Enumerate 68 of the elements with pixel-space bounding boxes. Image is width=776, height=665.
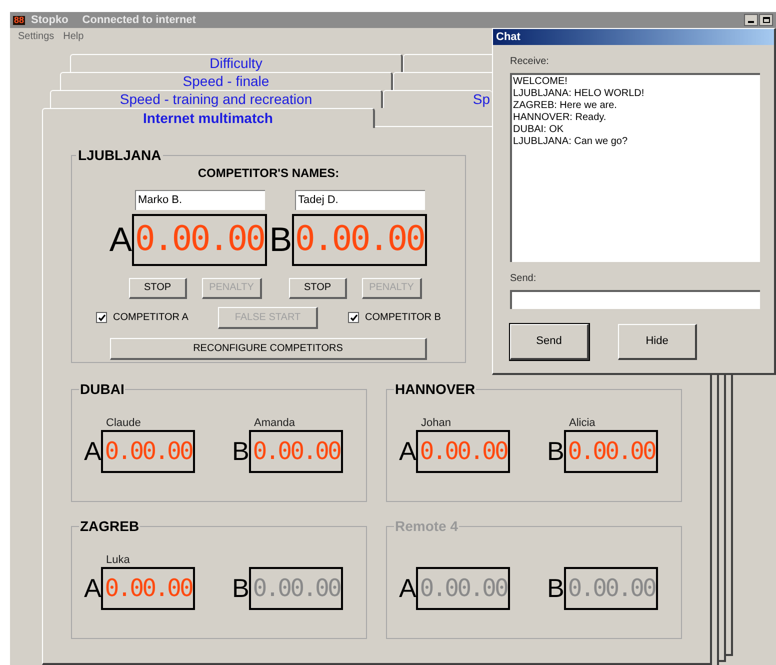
timer-display: 0.00.00 (564, 566, 658, 610)
station-name: LJUBLJANA (77, 146, 162, 165)
tab[interactable]: Speed - training and recreation (50, 90, 383, 108)
names-heading: COMPETITOR'S NAMES: (196, 164, 340, 182)
tab[interactable]: Internet multimatch (42, 108, 375, 128)
timer-display: 0.00.00 (564, 430, 658, 473)
name-field[interactable]: Marko B. (135, 190, 265, 210)
competitor-checkbox[interactable]: COMPETITOR A (96, 310, 188, 326)
competitor-letter: B (269, 222, 292, 257)
push-button[interactable]: STOP (129, 278, 187, 299)
competitor-letter: A (399, 438, 416, 464)
timer-display: 0.00.00 (101, 566, 196, 610)
competitor-letter: B (232, 438, 250, 464)
window-title: Stopko (31, 12, 68, 28)
competitor-name: Claude (106, 416, 141, 429)
competitor-name: Amanda (254, 416, 295, 429)
checkbox[interactable] (348, 312, 360, 324)
competitor-letter: A (399, 575, 416, 602)
chat-message: LJUBLJANA: HELO WORLD! (513, 88, 646, 100)
receive-label: Receive: (510, 55, 550, 69)
name-field[interactable]: Tadej D. (295, 190, 425, 210)
push-button[interactable]: RECONFIGURE COMPETITORS (110, 338, 427, 360)
station-name: DUBAI (79, 380, 126, 399)
tab[interactable]: Sp (383, 90, 492, 108)
send-label: Send: (510, 272, 538, 286)
checkbox-label: COMPETITOR B (365, 311, 441, 326)
timer-display: 0.00.00 (101, 430, 196, 473)
push-button[interactable]: STOP (289, 278, 347, 299)
competitor-letter: B (547, 575, 564, 602)
menu-item[interactable]: Settings (18, 29, 54, 44)
timer-display: 0.00.00 (416, 430, 510, 473)
menu-item[interactable]: Help (63, 29, 84, 44)
tab[interactable]: Difficulty (70, 54, 403, 72)
competitor-name: Alicia (569, 416, 596, 429)
maximize-icon[interactable] (759, 14, 773, 26)
competitor-letter: A (109, 222, 132, 257)
competitor-letter: B (547, 438, 564, 464)
check-icon (98, 314, 106, 322)
chat-message: HANNOVER: Ready. (513, 112, 608, 124)
timer-display: 0.00.00 (249, 430, 344, 473)
competitor-name: Johan (421, 416, 451, 429)
chat-message: ZAGREB: Here we are. (513, 100, 618, 112)
timer-display: 0.00.00 (132, 214, 267, 266)
checkbox-label: COMPETITOR A (113, 311, 188, 326)
chat-message: LJUBLJANA: Can we go? (513, 136, 629, 148)
timer-display: 0.00.00 (416, 566, 510, 610)
push-button[interactable]: Send (510, 324, 589, 360)
minimize-icon[interactable] (744, 14, 758, 26)
chat-message: WELCOME! (513, 76, 568, 88)
window-title: Chat (496, 30, 520, 45)
message-field[interactable] (510, 290, 760, 309)
competitor-letter: A (84, 438, 102, 464)
connection-status: Connected to internet (82, 12, 196, 28)
competitor-letter: A (84, 575, 102, 602)
timer-display: 0.00.00 (249, 566, 344, 610)
app-icon: 88 (13, 16, 26, 24)
competitor-name: Luka (106, 554, 130, 566)
check-icon (350, 314, 358, 322)
chat-message: DUBAI: OK (513, 124, 565, 136)
checkbox[interactable] (96, 312, 107, 324)
station-name: ZAGREB (79, 516, 140, 536)
tab[interactable]: Speed - finale (60, 72, 393, 90)
station-name: Remote 4 (394, 516, 460, 536)
push-button[interactable]: Hide (618, 324, 697, 360)
competitor-checkbox[interactable]: COMPETITOR B (348, 310, 441, 326)
station-name: HANNOVER (394, 380, 476, 399)
timer-display: 0.00.00 (292, 214, 427, 266)
competitor-letter: B (232, 575, 250, 602)
